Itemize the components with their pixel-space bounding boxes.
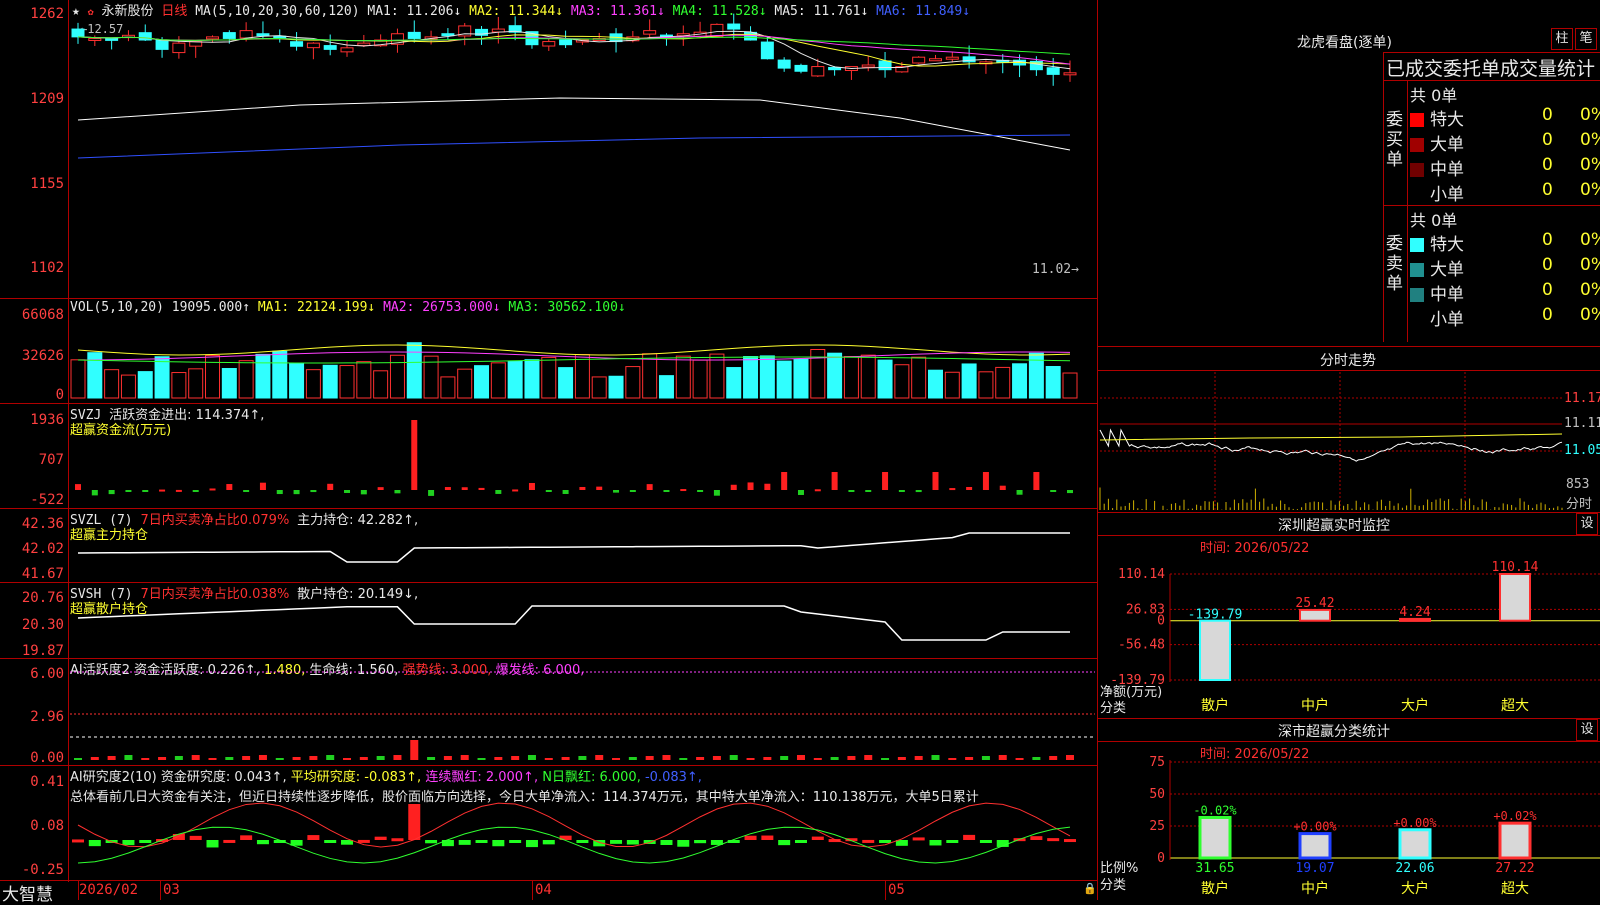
bar-value-label: 22.06 (1395, 861, 1434, 876)
y-tick: 50 (1149, 787, 1165, 802)
change-label: +0.00% (1293, 820, 1337, 834)
category-label: 散户 (1201, 880, 1229, 897)
bar-value-label: 27.22 (1495, 861, 1534, 876)
category-label: 超大 (1501, 881, 1529, 897)
y-tick: 25 (1149, 819, 1165, 834)
ratio-bar (1498, 821, 1532, 860)
change-label: +0.00% (1393, 816, 1437, 830)
change-label: -0.02% (1193, 803, 1237, 817)
category-label: 大户 (1401, 880, 1429, 897)
ratio-bar (1298, 832, 1332, 860)
bar-value-label: 31.65 (1195, 861, 1234, 876)
ratio-bar (1398, 828, 1432, 860)
sz-classify-chart: 75 50 25 0 -0.02% 31.65 散户 +0.00% 19.07 中户 +0.00% 2… (1149, 755, 1600, 897)
y-tick: 75 (1149, 755, 1165, 770)
category-label: 中户 (1301, 880, 1329, 897)
y-tick: 0 (1157, 851, 1165, 866)
bar-value-label: 19.07 (1295, 861, 1334, 876)
ratio-bar (1198, 815, 1232, 860)
change-label: +0.02% (1493, 809, 1537, 823)
